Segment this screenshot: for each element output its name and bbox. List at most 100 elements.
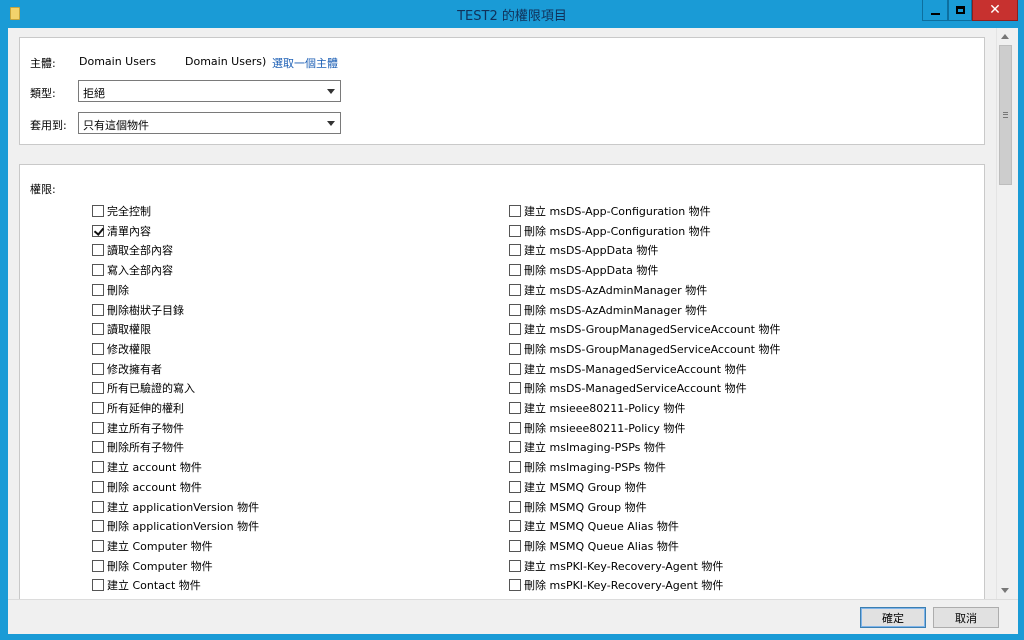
permission-item[interactable]: 刪除 account 物件: [92, 479, 202, 495]
permission-item[interactable]: 刪除 msDS-ManagedServiceAccount 物件: [509, 380, 747, 396]
permission-checkbox[interactable]: [92, 323, 104, 336]
permission-label: 刪除 MSMQ Queue Alias 物件: [524, 539, 679, 553]
permission-checkbox[interactable]: [92, 461, 104, 474]
permission-item[interactable]: 刪除 msDS-AzAdminManager 物件: [509, 302, 707, 318]
permission-item[interactable]: 完全控制: [92, 203, 151, 219]
permission-item[interactable]: 刪除 msDS-AppData 物件: [509, 262, 658, 278]
permission-checkbox[interactable]: [509, 362, 521, 375]
cancel-button[interactable]: 取消: [933, 607, 999, 628]
window-title: TEST2 的權限項目: [457, 9, 567, 24]
permission-checkbox[interactable]: [92, 362, 104, 375]
permission-checkbox[interactable]: [92, 303, 104, 316]
permission-item[interactable]: 建立 Computer 物件: [92, 538, 213, 554]
dialog-footer: 確定 取消: [8, 599, 1018, 634]
permission-checkbox[interactable]: [509, 382, 521, 395]
permission-checkbox[interactable]: [509, 441, 521, 454]
permission-item[interactable]: 建立 msieee80211-Policy 物件: [509, 400, 685, 416]
scroll-down-icon[interactable]: [1001, 588, 1009, 593]
permission-item[interactable]: 建立 msDS-AzAdminManager 物件: [509, 282, 707, 298]
maximize-button[interactable]: [948, 0, 972, 21]
permission-label: 完全控制: [107, 205, 151, 218]
permission-item[interactable]: 修改擁有者: [92, 361, 162, 377]
permission-checkbox[interactable]: [92, 283, 104, 296]
permission-checkbox[interactable]: [92, 539, 104, 552]
permission-checkbox[interactable]: [509, 205, 521, 217]
permission-item[interactable]: 清單內容: [92, 223, 151, 239]
permission-item[interactable]: 建立 msDS-ManagedServiceAccount 物件: [509, 361, 747, 377]
permission-checkbox[interactable]: [92, 579, 104, 592]
permission-checkbox[interactable]: [92, 402, 104, 414]
scroll-up-icon[interactable]: [1001, 34, 1009, 39]
permission-item[interactable]: 建立 account 物件: [92, 459, 202, 475]
permission-checkbox[interactable]: [509, 342, 521, 355]
scroll-thumb[interactable]: [999, 45, 1012, 185]
permission-checkbox[interactable]: [509, 539, 521, 552]
close-button[interactable]: ✕: [972, 0, 1018, 21]
permission-checkbox[interactable]: [509, 500, 521, 513]
permission-label: 寫入全部內容: [107, 264, 173, 278]
permission-item[interactable]: 建立 msImaging-PSPs 物件: [509, 439, 666, 455]
permission-checkbox[interactable]: [92, 264, 104, 277]
permission-checkbox[interactable]: [509, 264, 521, 277]
permission-checkbox[interactable]: [92, 382, 104, 395]
permission-checkbox[interactable]: [92, 205, 104, 217]
permission-checkbox[interactable]: [509, 480, 521, 493]
permission-item[interactable]: 刪除 applicationVersion 物件: [92, 518, 259, 534]
permission-item[interactable]: 所有已驗證的寫入: [92, 380, 195, 396]
permission-checkbox[interactable]: [92, 421, 104, 434]
minimize-button[interactable]: [922, 0, 948, 21]
permission-item[interactable]: 刪除樹狀子目錄: [92, 302, 184, 318]
permission-item[interactable]: 建立所有子物件: [92, 420, 184, 436]
permission-item[interactable]: 刪除 MSMQ Group 物件: [509, 499, 647, 515]
vertical-scrollbar[interactable]: [996, 28, 1013, 599]
permission-item[interactable]: 寫入全部內容: [92, 262, 173, 278]
ok-button[interactable]: 確定: [860, 607, 926, 628]
permission-checkbox[interactable]: [509, 283, 521, 296]
permission-item[interactable]: 所有延伸的權利: [92, 400, 184, 416]
permission-item[interactable]: 刪除 msDS-App-Configuration 物件: [509, 223, 711, 239]
permission-item[interactable]: 修改權限: [92, 341, 151, 357]
permission-checkbox[interactable]: [509, 461, 521, 474]
permission-checkbox[interactable]: [92, 342, 104, 355]
permission-checkbox[interactable]: [509, 520, 521, 533]
permission-checkbox[interactable]: [509, 224, 521, 237]
select-principal-link[interactable]: 選取一個主體: [272, 55, 338, 71]
type-select[interactable]: 拒絕: [78, 80, 341, 102]
permission-item[interactable]: 刪除: [92, 282, 129, 298]
permission-item[interactable]: 建立 MSMQ Group 物件: [509, 479, 647, 495]
permission-checkbox[interactable]: [509, 402, 521, 414]
principal-name: Domain Users: [79, 55, 156, 68]
permission-checkbox[interactable]: [509, 421, 521, 434]
permission-checkbox[interactable]: [92, 224, 104, 237]
permission-checkbox[interactable]: [92, 441, 104, 454]
permission-checkbox[interactable]: [509, 559, 521, 572]
permission-item[interactable]: 刪除 msPKI-Key-Recovery-Agent 物件: [509, 577, 723, 593]
permission-item[interactable]: 建立 msPKI-Key-Recovery-Agent 物件: [509, 558, 723, 574]
permission-item[interactable]: 建立 msDS-App-Configuration 物件: [509, 203, 711, 219]
permission-item[interactable]: 刪除所有子物件: [92, 439, 184, 455]
permission-item[interactable]: 刪除 msDS-GroupManagedServiceAccount 物件: [509, 341, 781, 357]
permission-label: 清單內容: [107, 224, 151, 238]
permission-item[interactable]: 刪除 MSMQ Queue Alias 物件: [509, 538, 679, 554]
permission-item[interactable]: 刪除 msImaging-PSPs 物件: [509, 459, 666, 475]
permission-checkbox[interactable]: [92, 244, 104, 257]
permission-item[interactable]: 建立 msDS-AppData 物件: [509, 242, 658, 258]
permission-item[interactable]: 刪除 msieee80211-Policy 物件: [509, 420, 685, 436]
permission-checkbox[interactable]: [92, 480, 104, 493]
permission-item[interactable]: 建立 msDS-GroupManagedServiceAccount 物件: [509, 321, 781, 337]
permission-checkbox[interactable]: [509, 303, 521, 316]
permission-item[interactable]: 讀取權限: [92, 321, 151, 337]
permission-item[interactable]: 讀取全部內容: [92, 242, 173, 258]
permission-item[interactable]: 建立 Contact 物件: [92, 577, 201, 593]
permission-label: 刪除 msieee80211-Policy 物件: [524, 421, 686, 435]
permission-item[interactable]: 建立 MSMQ Queue Alias 物件: [509, 518, 679, 534]
permission-checkbox[interactable]: [92, 500, 104, 513]
permission-checkbox[interactable]: [509, 579, 521, 592]
permission-checkbox[interactable]: [92, 559, 104, 572]
applies-to-select[interactable]: 只有這個物件: [78, 112, 341, 134]
permission-checkbox[interactable]: [509, 323, 521, 336]
permission-checkbox[interactable]: [509, 244, 521, 257]
permission-checkbox[interactable]: [92, 520, 104, 533]
permission-item[interactable]: 刪除 Computer 物件: [92, 558, 213, 574]
permission-item[interactable]: 建立 applicationVersion 物件: [92, 499, 259, 515]
